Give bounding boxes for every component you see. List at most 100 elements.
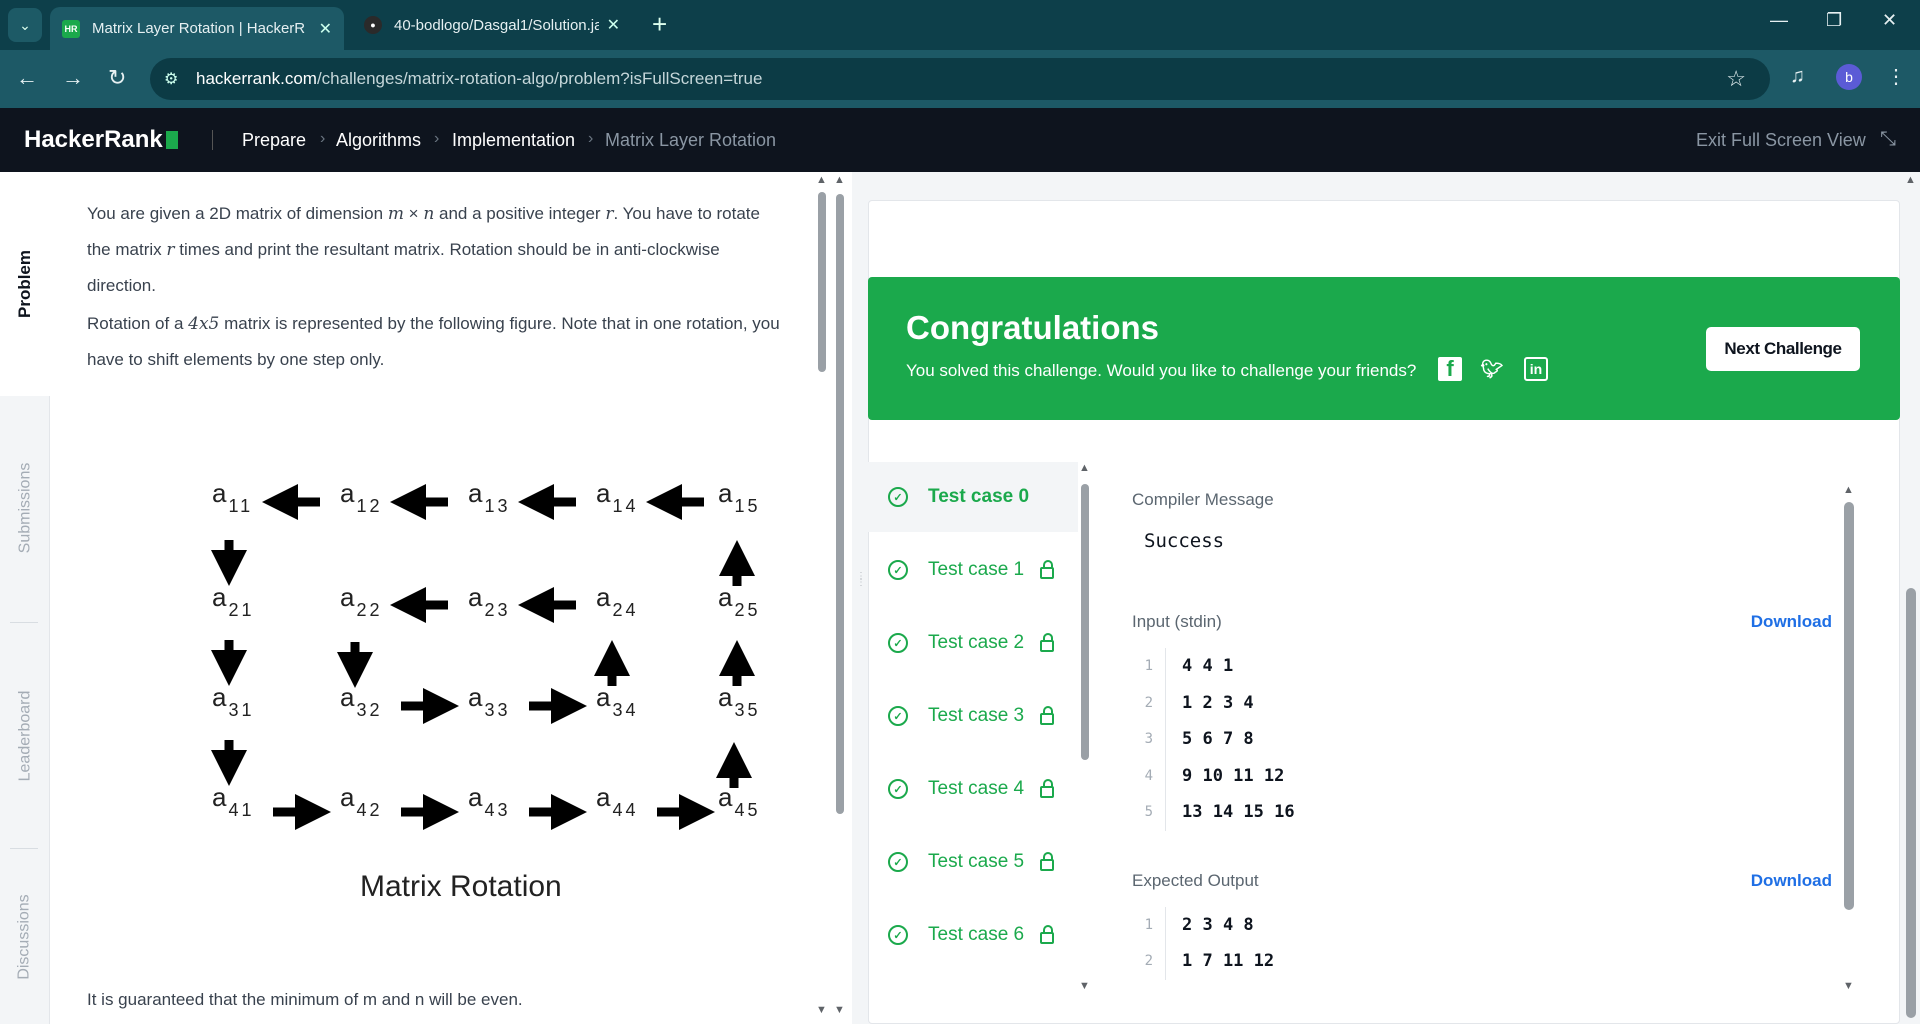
- facebook-icon[interactable]: f: [1438, 356, 1462, 381]
- scroll-down-icon[interactable]: ▼: [1843, 980, 1854, 992]
- line-number: 1: [1132, 906, 1166, 943]
- side-tabs: Problem Submissions Leaderboard Discussi…: [0, 172, 50, 1024]
- bookmark-star-icon[interactable]: ☆: [1726, 66, 1746, 92]
- browser-tab-hackerrank[interactable]: HR Matrix Layer Rotation | HackerR ✕: [50, 7, 344, 50]
- congratulations-banner: Congratulations You solved this challeng…: [868, 277, 1900, 420]
- scroll-up-icon[interactable]: ▲: [816, 174, 827, 186]
- page-scrollbar[interactable]: ▲: [1902, 172, 1920, 1024]
- input-label: Input (stdin): [1132, 612, 1222, 631]
- test-case-2[interactable]: ✓ Test case 2: [868, 608, 1078, 678]
- line-number: 2: [1132, 684, 1166, 721]
- github-favicon-icon: ●: [364, 16, 382, 34]
- scroll-up-icon[interactable]: ▲: [1905, 174, 1916, 186]
- matrix-cell: a 43: [468, 782, 511, 820]
- scrollbar-thumb[interactable]: [836, 194, 844, 814]
- linkedin-icon[interactable]: in: [1524, 357, 1548, 381]
- scroll-down-icon[interactable]: ▼: [1079, 980, 1090, 992]
- close-tab-icon[interactable]: ✕: [319, 19, 332, 39]
- test-case-0[interactable]: ✓ Test case 0: [868, 462, 1078, 532]
- breadcrumb-chevron-icon: ›: [588, 130, 594, 147]
- scroll-down-icon[interactable]: ▼: [834, 1004, 845, 1016]
- download-input-link[interactable]: Download: [1751, 612, 1832, 632]
- lock-icon: [1040, 925, 1055, 944]
- tab-search-button[interactable]: ⌄: [8, 8, 42, 42]
- check-circle-icon: ✓: [888, 560, 908, 580]
- matrix-cell: a 13: [468, 478, 511, 516]
- line-text: 4 4 1: [1182, 656, 1234, 677]
- check-circle-icon: ✓: [888, 852, 908, 872]
- scroll-up-icon[interactable]: ▲: [1079, 462, 1090, 474]
- scrollbar-thumb[interactable]: [1081, 484, 1089, 760]
- tab-title: Matrix Layer Rotation | HackerR: [92, 20, 306, 37]
- media-control-icon[interactable]: ♫: [1790, 65, 1805, 88]
- new-tab-button[interactable]: +: [652, 11, 667, 37]
- scroll-up-icon[interactable]: ▲: [1843, 484, 1854, 496]
- breadcrumb-prepare[interactable]: Prepare: [242, 130, 306, 151]
- divider: [212, 130, 213, 150]
- profile-avatar[interactable]: b: [1836, 64, 1862, 90]
- problem-scrollbar[interactable]: ▲ ▼: [816, 174, 827, 1018]
- collapse-icon[interactable]: ⤡: [1880, 128, 1896, 151]
- browser-menu-icon[interactable]: ⋮: [1886, 64, 1906, 89]
- lock-icon: [1040, 633, 1055, 652]
- test-case-1[interactable]: ✓ Test case 1: [868, 535, 1078, 605]
- matrix-cell: a 21: [212, 582, 255, 620]
- back-icon[interactable]: ←: [16, 65, 38, 91]
- test-case-3[interactable]: ✓ Test case 3: [868, 681, 1078, 751]
- next-challenge-button[interactable]: Next Challenge: [1706, 327, 1860, 371]
- matrix-cell: a 32: [340, 682, 383, 720]
- matrix-cell: a 25: [718, 582, 761, 620]
- line-text: 13 14 15 16: [1182, 802, 1295, 823]
- output-scrollbar[interactable]: ▲ ▼: [1842, 484, 1854, 994]
- matrix-cell: a 14: [596, 478, 639, 516]
- close-tab-icon[interactable]: ✕: [607, 15, 620, 35]
- test-list-scrollbar[interactable]: ▲ ▼: [1079, 462, 1090, 992]
- code-line: 5 13 14 15 16: [1132, 794, 1832, 831]
- scrollbar-thumb[interactable]: [818, 192, 826, 372]
- scroll-up-icon[interactable]: ▲: [834, 174, 845, 186]
- url-text: hackerrank.com/challenges/matrix-rotatio…: [196, 69, 763, 88]
- tab-discussions[interactable]: Discussions: [0, 850, 50, 1024]
- tab-leaderboard[interactable]: Leaderboard: [0, 624, 50, 848]
- tab-submissions[interactable]: Submissions: [0, 396, 50, 620]
- check-circle-icon: ✓: [888, 633, 908, 653]
- breadcrumb-implementation[interactable]: Implementation: [452, 130, 575, 151]
- download-expected-link[interactable]: Download: [1751, 871, 1832, 891]
- test-case-4[interactable]: ✓ Test case 4: [868, 754, 1078, 824]
- tab-title: 40-bodlogo/Dasgal1/Solution.ja: [394, 16, 599, 34]
- exit-fullscreen-link[interactable]: Exit Full Screen View: [1696, 130, 1866, 151]
- matrix-cell: a 35: [718, 682, 761, 720]
- breadcrumb-algorithms[interactable]: Algorithms: [336, 130, 421, 151]
- close-window-icon[interactable]: ✕: [1882, 10, 1897, 31]
- hackerrank-favicon-icon: HR: [62, 19, 80, 38]
- banner-title: Congratulations: [906, 309, 1159, 346]
- minimize-icon[interactable]: —: [1770, 10, 1788, 31]
- scrollbar-thumb[interactable]: [1906, 588, 1916, 1018]
- figure-title: Matrix Rotation: [360, 870, 562, 903]
- tab-problem[interactable]: Problem: [0, 172, 50, 396]
- test-case-6[interactable]: ✓ Test case 6: [868, 900, 1078, 970]
- scroll-down-icon[interactable]: ▼: [816, 1004, 827, 1016]
- reload-icon[interactable]: ↻: [108, 65, 126, 91]
- address-bar[interactable]: ⚙ hackerrank.com/challenges/matrix-rotat…: [150, 58, 1770, 100]
- line-text: 1 7 11 12: [1182, 951, 1275, 972]
- panel-resize-handle[interactable]: ⋮⋮⋮⋮: [856, 572, 876, 614]
- test-case-5[interactable]: ✓ Test case 5: [868, 827, 1078, 897]
- matrix-cell: a 42: [340, 782, 383, 820]
- matrix-cell: a 11: [212, 478, 254, 516]
- problem-content-scrollbar[interactable]: ▲ ▼: [832, 174, 846, 1018]
- matrix-cell: a 15: [718, 478, 761, 516]
- line-text: 2 3 4 8: [1182, 914, 1254, 935]
- restore-icon[interactable]: ❐: [1826, 10, 1842, 31]
- test-case-label: Test case 4: [928, 778, 1025, 799]
- problem-panel: You are given a 2D matrix of dimension m…: [50, 172, 815, 1024]
- hackerrank-logo[interactable]: HackerRank: [24, 126, 178, 154]
- site-info-icon[interactable]: ⚙: [164, 69, 186, 89]
- check-circle-icon: ✓: [888, 779, 908, 799]
- scrollbar-thumb[interactable]: [1844, 502, 1854, 910]
- forward-icon[interactable]: →: [62, 65, 84, 91]
- browser-tab-github[interactable]: ● 40-bodlogo/Dasgal1/Solution.ja ✕: [352, 7, 632, 43]
- line-number: 3: [1132, 721, 1166, 758]
- twitter-icon[interactable]: 🐦︎: [1480, 357, 1504, 381]
- test-output: Compiler Message Success Input (stdin) D…: [1132, 490, 1832, 980]
